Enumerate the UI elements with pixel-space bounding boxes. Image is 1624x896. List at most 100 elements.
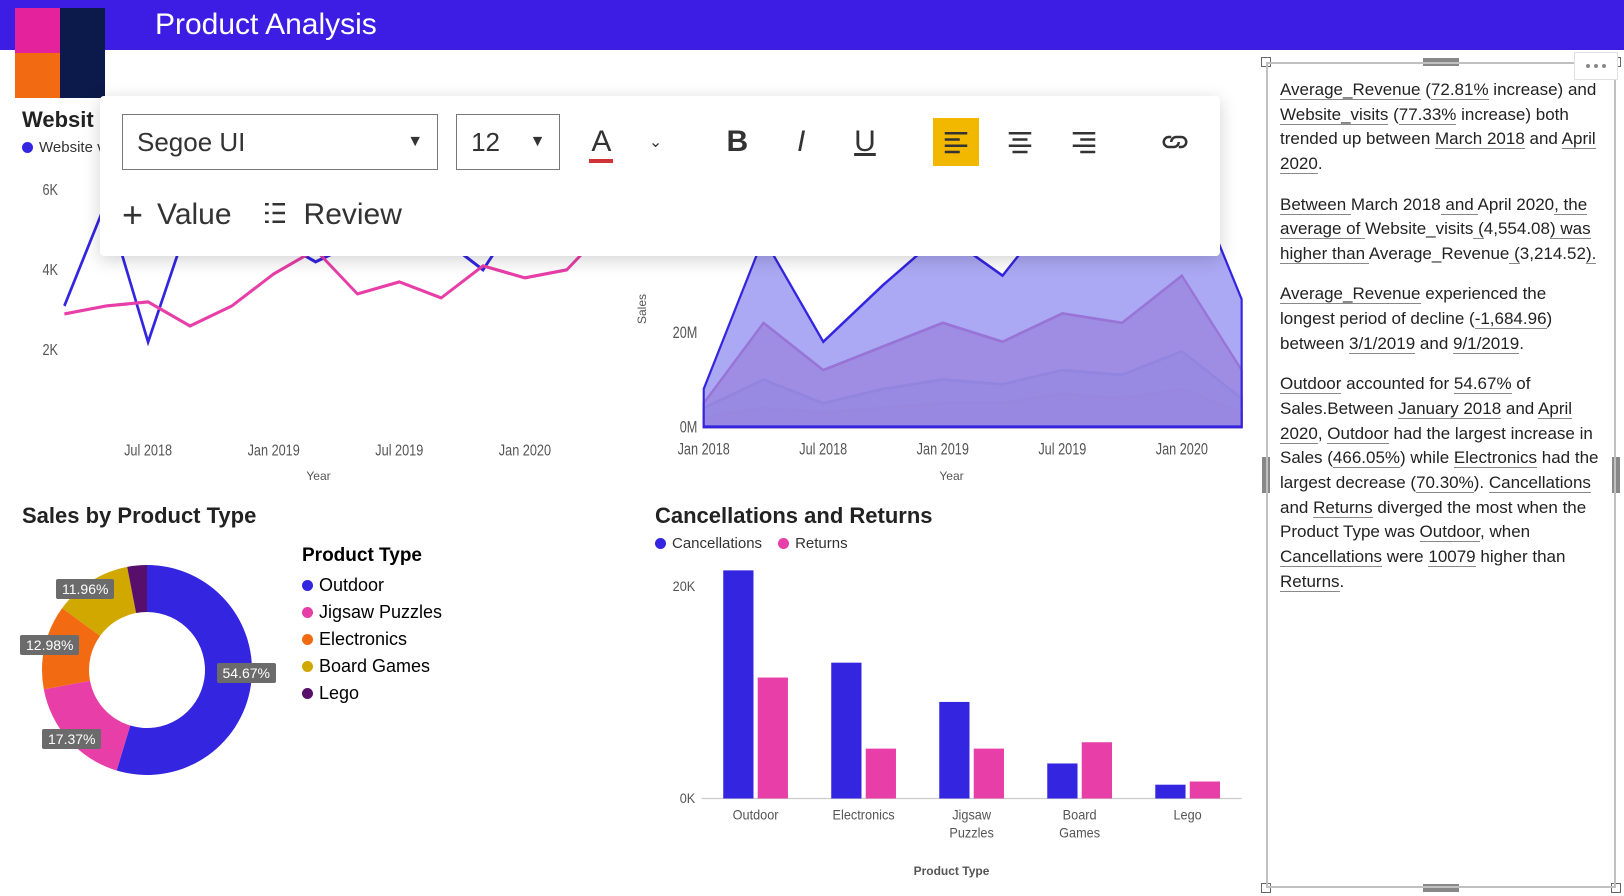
dynamic-value: ( (1473, 219, 1483, 239)
sales-donut-panel: Sales by Product Type 54.67% 17.37% 12.9… (22, 503, 615, 879)
donut-legend: Product Type Outdoor Jigsaw Puzzles Electr… (302, 545, 442, 710)
legend-title: Product Type (302, 545, 442, 567)
align-right-icon (1069, 127, 1099, 157)
dynamic-value: Outdoor (1327, 424, 1388, 444)
link-button[interactable] (1152, 118, 1198, 166)
svg-text:20K: 20K (673, 578, 696, 594)
narrative-text-span: and (1415, 334, 1453, 353)
narrative-text-span: April 2020 (1478, 195, 1555, 214)
legend-dot-icon (302, 688, 313, 699)
dynamic-value: 3/1/2019 (1349, 334, 1415, 354)
svg-text:Jul 2019: Jul 2019 (1038, 441, 1086, 459)
align-right-button[interactable] (1061, 118, 1107, 166)
donut-chart[interactable]: 54.67% 17.37% 12.98% 11.96% (22, 545, 272, 795)
font-size-select[interactable]: 12 ▼ (456, 114, 560, 170)
svg-text:Outdoor: Outdoor (733, 807, 779, 823)
underline-button[interactable]: U (842, 118, 888, 166)
panel-title: Sales by Product Type (22, 503, 615, 529)
svg-text:0K: 0K (680, 790, 696, 806)
font-family-select[interactable]: Segoe UI ▼ (122, 114, 438, 170)
svg-text:Jan 2019: Jan 2019 (917, 441, 969, 459)
slice-label: 17.37% (42, 729, 101, 749)
svg-text:Jigsaw: Jigsaw (952, 807, 991, 823)
narrative-text-span: higher than (1476, 547, 1566, 566)
smart-narrative-visual[interactable]: Average_Revenue (72.81% increase) and We… (1266, 62, 1616, 888)
dynamic-value: Cancellations (1280, 547, 1382, 567)
narrative-text-span: ( (1421, 80, 1431, 99)
x-axis-label: Product Type (655, 864, 1248, 878)
svg-text:Jan 2019: Jan 2019 (248, 442, 300, 459)
slice-label: 11.96% (56, 579, 114, 599)
chart-legend: Cancellations Returns (655, 535, 1248, 552)
legend-label: Lego (319, 683, 359, 704)
dynamic-value: 466.05% (1333, 448, 1400, 468)
review-button[interactable]: Review (260, 198, 402, 233)
legend-item[interactable]: Electronics (302, 629, 442, 650)
font-color-dropdown[interactable]: ⌄ (642, 118, 669, 166)
narrative-text-span: Average_Revenue (1369, 244, 1510, 263)
align-center-button[interactable] (997, 118, 1043, 166)
narrative-text-span: ( (1388, 105, 1398, 124)
dynamic-value: Outdoor (1420, 522, 1481, 542)
legend-item[interactable]: Outdoor (302, 575, 442, 596)
dynamic-value: ( (1509, 244, 1519, 264)
narrative-text-span: , (1318, 424, 1327, 443)
legend-dot-icon (22, 142, 33, 153)
y-axis-label: Sales (635, 294, 649, 324)
legend-dot-icon (778, 538, 789, 549)
cancellations-returns-panel: Cancellations and Returns Cancellations … (655, 503, 1248, 879)
slice-label: 12.98% (20, 635, 79, 655)
dynamic-value: Average_Revenue (1280, 284, 1421, 304)
svg-text:2K: 2K (42, 341, 58, 358)
dynamic-value: Average_Revenue (1280, 80, 1421, 100)
more-options-button[interactable] (1574, 52, 1618, 80)
bold-button[interactable]: B (715, 118, 761, 166)
dynamic-value: Outdoor (1280, 374, 1341, 394)
x-axis-label: Year (22, 469, 615, 483)
svg-text:20M: 20M (673, 324, 698, 342)
legend-label: Website v (39, 139, 105, 156)
svg-text:Jan 2018: Jan 2018 (678, 441, 730, 459)
x-axis-label: Year (655, 469, 1248, 483)
legend-item[interactable]: Jigsaw Puzzles (302, 602, 442, 623)
legend-label: Jigsaw Puzzles (319, 602, 442, 623)
narrative-text-span: and (1280, 498, 1313, 517)
narrative-text[interactable]: Average_Revenue (72.81% increase) and We… (1266, 62, 1616, 888)
svg-text:6K: 6K (42, 181, 58, 198)
narrative-text-span: March 2018 (1351, 195, 1441, 214)
legend-dot-icon (302, 661, 313, 672)
narrative-text-span: were (1382, 547, 1428, 566)
dynamic-value: March 2018 (1435, 129, 1525, 149)
font-color-button[interactable]: A (578, 118, 624, 166)
svg-text:0M: 0M (680, 419, 698, 437)
legend-item[interactable]: Board Games (302, 656, 442, 677)
narrative-paragraph: Between March 2018 and April 2020, the a… (1280, 193, 1602, 267)
narrative-text-span: , when (1480, 522, 1530, 541)
legend-item[interactable]: Lego (302, 683, 442, 704)
dynamic-value: Between (1280, 195, 1351, 215)
dynamic-value: and (1441, 195, 1478, 215)
narrative-text-span: accounted for (1341, 374, 1453, 393)
panel-title-visible: Websit (22, 107, 94, 133)
review-label: Review (304, 198, 402, 232)
narrative-text-span: . (1340, 572, 1345, 591)
svg-text:Jul 2018: Jul 2018 (124, 442, 172, 459)
legend-dot-icon (302, 607, 313, 618)
legend-label: Electronics (319, 629, 407, 650)
narrative-text-span: . (1318, 154, 1323, 173)
dynamic-value: 72.81% (1431, 80, 1489, 100)
bar-chart[interactable]: 20K0KOutdoorElectronicsJigsawPuzzlesBoar… (655, 558, 1248, 865)
dynamic-value: Returns (1280, 572, 1340, 592)
svg-text:Board: Board (1063, 807, 1097, 823)
narrative-text-span: and (1525, 129, 1562, 148)
dynamic-value: 10079 (1428, 547, 1475, 567)
link-icon (1160, 127, 1190, 157)
legend-label: Board Games (319, 656, 430, 677)
align-left-button[interactable] (933, 118, 979, 166)
dynamic-value: -1,684.96 (1475, 309, 1547, 329)
dynamic-value: 77.33% (1399, 105, 1457, 125)
chevron-down-icon: ▼ (407, 133, 423, 151)
italic-button[interactable]: I (778, 118, 824, 166)
legend-dot-icon (302, 580, 313, 591)
add-value-button[interactable]: + Value (122, 194, 232, 236)
